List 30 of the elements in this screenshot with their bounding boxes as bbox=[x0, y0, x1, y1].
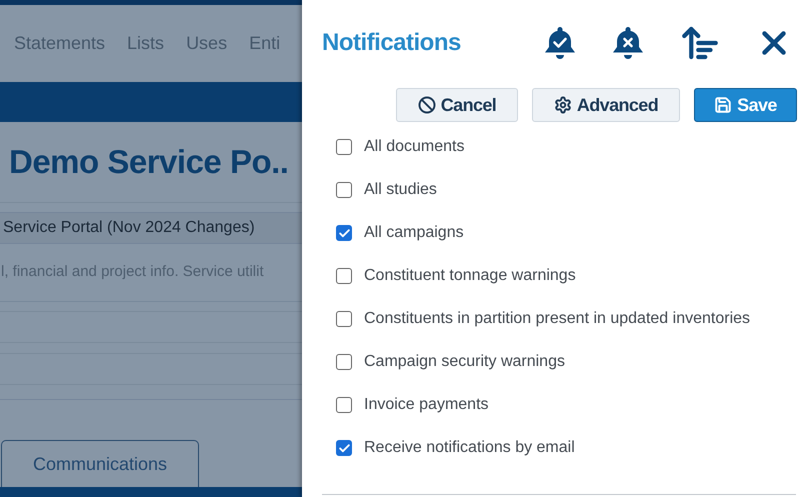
panel-title: Notifications bbox=[322, 28, 461, 58]
checkbox[interactable] bbox=[336, 182, 352, 198]
bell-check-icon[interactable] bbox=[543, 25, 577, 61]
bell-x-icon[interactable] bbox=[611, 25, 645, 61]
page-title: Demo Service Po.. bbox=[9, 142, 288, 182]
option-label[interactable]: Invoice payments bbox=[364, 393, 489, 417]
checkbox[interactable] bbox=[336, 225, 352, 241]
save-button[interactable]: Save bbox=[694, 88, 797, 122]
check-icon bbox=[338, 442, 350, 454]
ban-icon bbox=[418, 96, 436, 114]
floppy-icon bbox=[714, 96, 732, 114]
option-label[interactable]: Receive notifications by email bbox=[364, 436, 575, 460]
subtitle: Service Portal (Nov 2024 Changes) bbox=[3, 218, 255, 238]
option-label[interactable]: All studies bbox=[364, 178, 437, 202]
checkbox[interactable] bbox=[336, 311, 352, 327]
option-label[interactable]: Constituents in partition present in updated inventories bbox=[364, 307, 750, 331]
checkbox[interactable] bbox=[336, 397, 352, 413]
option-label[interactable]: Campaign security warnings bbox=[364, 350, 565, 374]
option-label[interactable]: Constituent tonnage warnings bbox=[364, 264, 576, 288]
cancel-button[interactable]: Cancel bbox=[396, 88, 518, 122]
checkbox[interactable] bbox=[336, 268, 352, 284]
option-label[interactable]: All documents bbox=[364, 135, 464, 159]
checkbox[interactable] bbox=[336, 139, 352, 155]
check-icon bbox=[338, 226, 350, 240]
gear-icon bbox=[554, 96, 572, 114]
checkbox[interactable] bbox=[336, 354, 352, 370]
description: l, financial and project info. Service utilit bbox=[1, 263, 264, 280]
option-label[interactable]: All campaigns bbox=[364, 221, 464, 245]
checkbox[interactable] bbox=[336, 440, 352, 456]
advanced-button[interactable]: Advanced bbox=[532, 88, 680, 122]
